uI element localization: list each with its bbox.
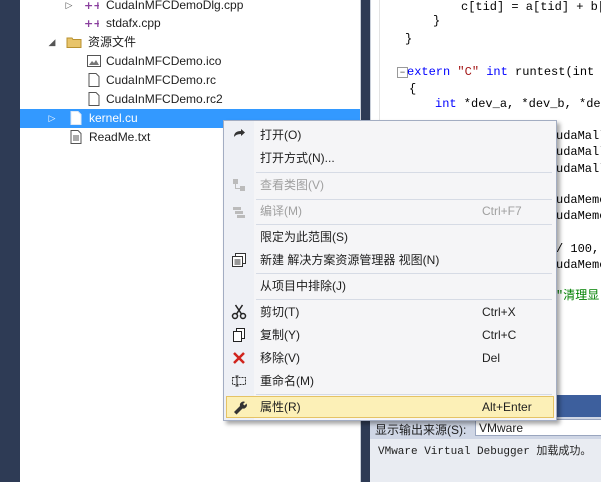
svg-text:++: ++ (84, 17, 99, 30)
menu-item-label: 属性(R) (260, 400, 301, 414)
menu-item-label: 重命名(M) (260, 374, 314, 388)
menu-item-shortcut: Del (482, 351, 501, 365)
cu-file-icon (70, 111, 82, 125)
tree-item-rc2[interactable]: CudaInMFCDemo.rc2 (20, 90, 360, 109)
menu-separator (256, 273, 552, 274)
menu-item-view-class-diagram[interactable]: 查看类图(V) (226, 174, 554, 196)
menu-item-label: 查看类图(V) (260, 178, 324, 192)
menu-item-shortcut: Ctrl+C (482, 328, 517, 342)
open-icon (234, 129, 245, 137)
keyword: extern (407, 65, 451, 79)
code-line: udaMemc (556, 209, 601, 223)
svg-text:++: ++ (84, 0, 99, 12)
tree-item-label: ReadMe.txt (89, 130, 151, 144)
code-line-comment: "清理显 (556, 289, 600, 303)
menu-item-shortcut: Ctrl+F7 (482, 204, 522, 218)
menu-item-copy[interactable]: 复制(Y) Ctrl+C (226, 324, 554, 346)
menu-item-shortcut: Alt+Enter (482, 400, 532, 414)
menu-item-label: 剪切(T) (260, 305, 300, 319)
tree-item-label: 资源文件 (88, 35, 137, 49)
context-menu: 打开(O) 打开方式(N)... 查看类图(V) 编译(M) Ctrl+F7 限… (223, 120, 557, 421)
menu-separator (256, 299, 552, 300)
menu-item-label: 复制(Y) (260, 328, 300, 342)
tree-item-ico[interactable]: CudaInMFCDemo.ico (20, 52, 360, 71)
copy-icon (233, 328, 245, 342)
menu-item-scope-to-this[interactable]: 限定为此范围(S) (226, 226, 554, 248)
cpp-file-icon: ++ (84, 17, 99, 30)
menu-item-open-with[interactable]: 打开方式(N)... (226, 147, 554, 169)
output-source-select[interactable]: VMware (475, 419, 601, 436)
tree-item-label: CudaInMFCDemo.rc2 (106, 92, 223, 106)
menu-item-label: 打开方式(N)... (260, 151, 335, 165)
code-line-decl: int *dev_a, *dev_b, *dev (435, 95, 601, 113)
code-text: *dev_a, *dev_b, *dev (456, 97, 601, 111)
image-file-icon (87, 55, 101, 67)
tree-item-label: stdafx.cpp (106, 16, 161, 30)
menu-item-new-explorer-view[interactable]: 新建 解决方案资源管理器 视图(N) (226, 249, 554, 271)
menu-item-open[interactable]: 打开(O) (226, 124, 554, 146)
output-text: VMware Virtual Debugger 加载成功。 (378, 446, 592, 458)
keyword: int (435, 97, 457, 111)
code-line: udaMemc (556, 258, 601, 272)
keyword: int (486, 65, 508, 79)
menu-item-cut[interactable]: 剪切(T) Ctrl+X (226, 301, 554, 323)
rename-icon (232, 375, 246, 387)
tree-item-stdafx-cpp[interactable]: ++ stdafx.cpp (20, 14, 360, 33)
menu-separator (256, 224, 552, 225)
code-line-extern: extern "C" int runtest(int * (407, 63, 601, 81)
rc-file-icon (88, 73, 100, 87)
compile-icon (233, 207, 245, 218)
code-line: udaMall (556, 162, 601, 176)
tree-item-resource-folder[interactable]: ◢ 资源文件 (20, 33, 360, 52)
menu-separator (256, 172, 552, 173)
tree-item-label: kernel.cu (89, 111, 138, 125)
code-line: c[tid] = a[tid] + b[ (461, 0, 601, 14)
tree-item-label: CudaInMFCDemo.rc (106, 73, 217, 87)
folder-icon (66, 37, 82, 48)
code-line: { (409, 82, 417, 96)
menu-item-remove[interactable]: 移除(V) Del (226, 347, 554, 369)
output-source-label: 显示输出来源(S): (375, 423, 467, 437)
menu-item-label: 移除(V) (260, 351, 300, 365)
menu-item-rename[interactable]: 重命名(M) (226, 370, 554, 392)
text-file-icon (70, 130, 82, 144)
tree-item-dlg-cpp[interactable]: ▷ ++ CudaInMFCDemoDlg.cpp (20, 0, 360, 15)
code-line: udaMall (556, 145, 601, 159)
tree-item-rc[interactable]: CudaInMFCDemo.rc (20, 71, 360, 90)
rc-file-icon (88, 92, 100, 106)
menu-item-label: 新建 解决方案资源管理器 视图(N) (260, 253, 440, 267)
tree-item-label: CudaInMFCDemo.ico (106, 54, 222, 68)
remove-icon (233, 352, 245, 364)
code-text: runtest(int * (507, 65, 601, 79)
class-diagram-icon (233, 179, 245, 191)
cpp-file-icon: ++ (84, 0, 99, 12)
new-view-icon (232, 253, 246, 267)
menu-item-label: 限定为此范围(S) (260, 230, 348, 244)
collapse-arrow-icon[interactable]: ◢ (47, 33, 57, 52)
tree-item-label: CudaInMFCDemoDlg.cpp (106, 0, 244, 12)
string-literal: "C" (457, 65, 480, 79)
menu-item-label: 从项目中排除(J) (260, 279, 346, 293)
menu-item-label: 打开(O) (260, 128, 302, 142)
menu-item-shortcut: Ctrl+X (482, 305, 516, 319)
menu-item-compile[interactable]: 编译(M) Ctrl+F7 (226, 200, 554, 222)
expand-arrow-icon[interactable]: ▷ (64, 0, 74, 15)
menu-item-label: 编译(M) (260, 204, 302, 218)
code-line: } (405, 32, 413, 46)
menu-item-exclude-from-project[interactable]: 从项目中排除(J) (226, 275, 554, 297)
menu-item-properties[interactable]: 属性(R) Alt+Enter (226, 396, 554, 418)
code-line: } (433, 14, 441, 28)
cut-icon (231, 304, 247, 320)
wrench-icon (234, 401, 247, 415)
menu-separator (256, 394, 552, 395)
expand-arrow-icon[interactable]: ▷ (47, 109, 57, 128)
